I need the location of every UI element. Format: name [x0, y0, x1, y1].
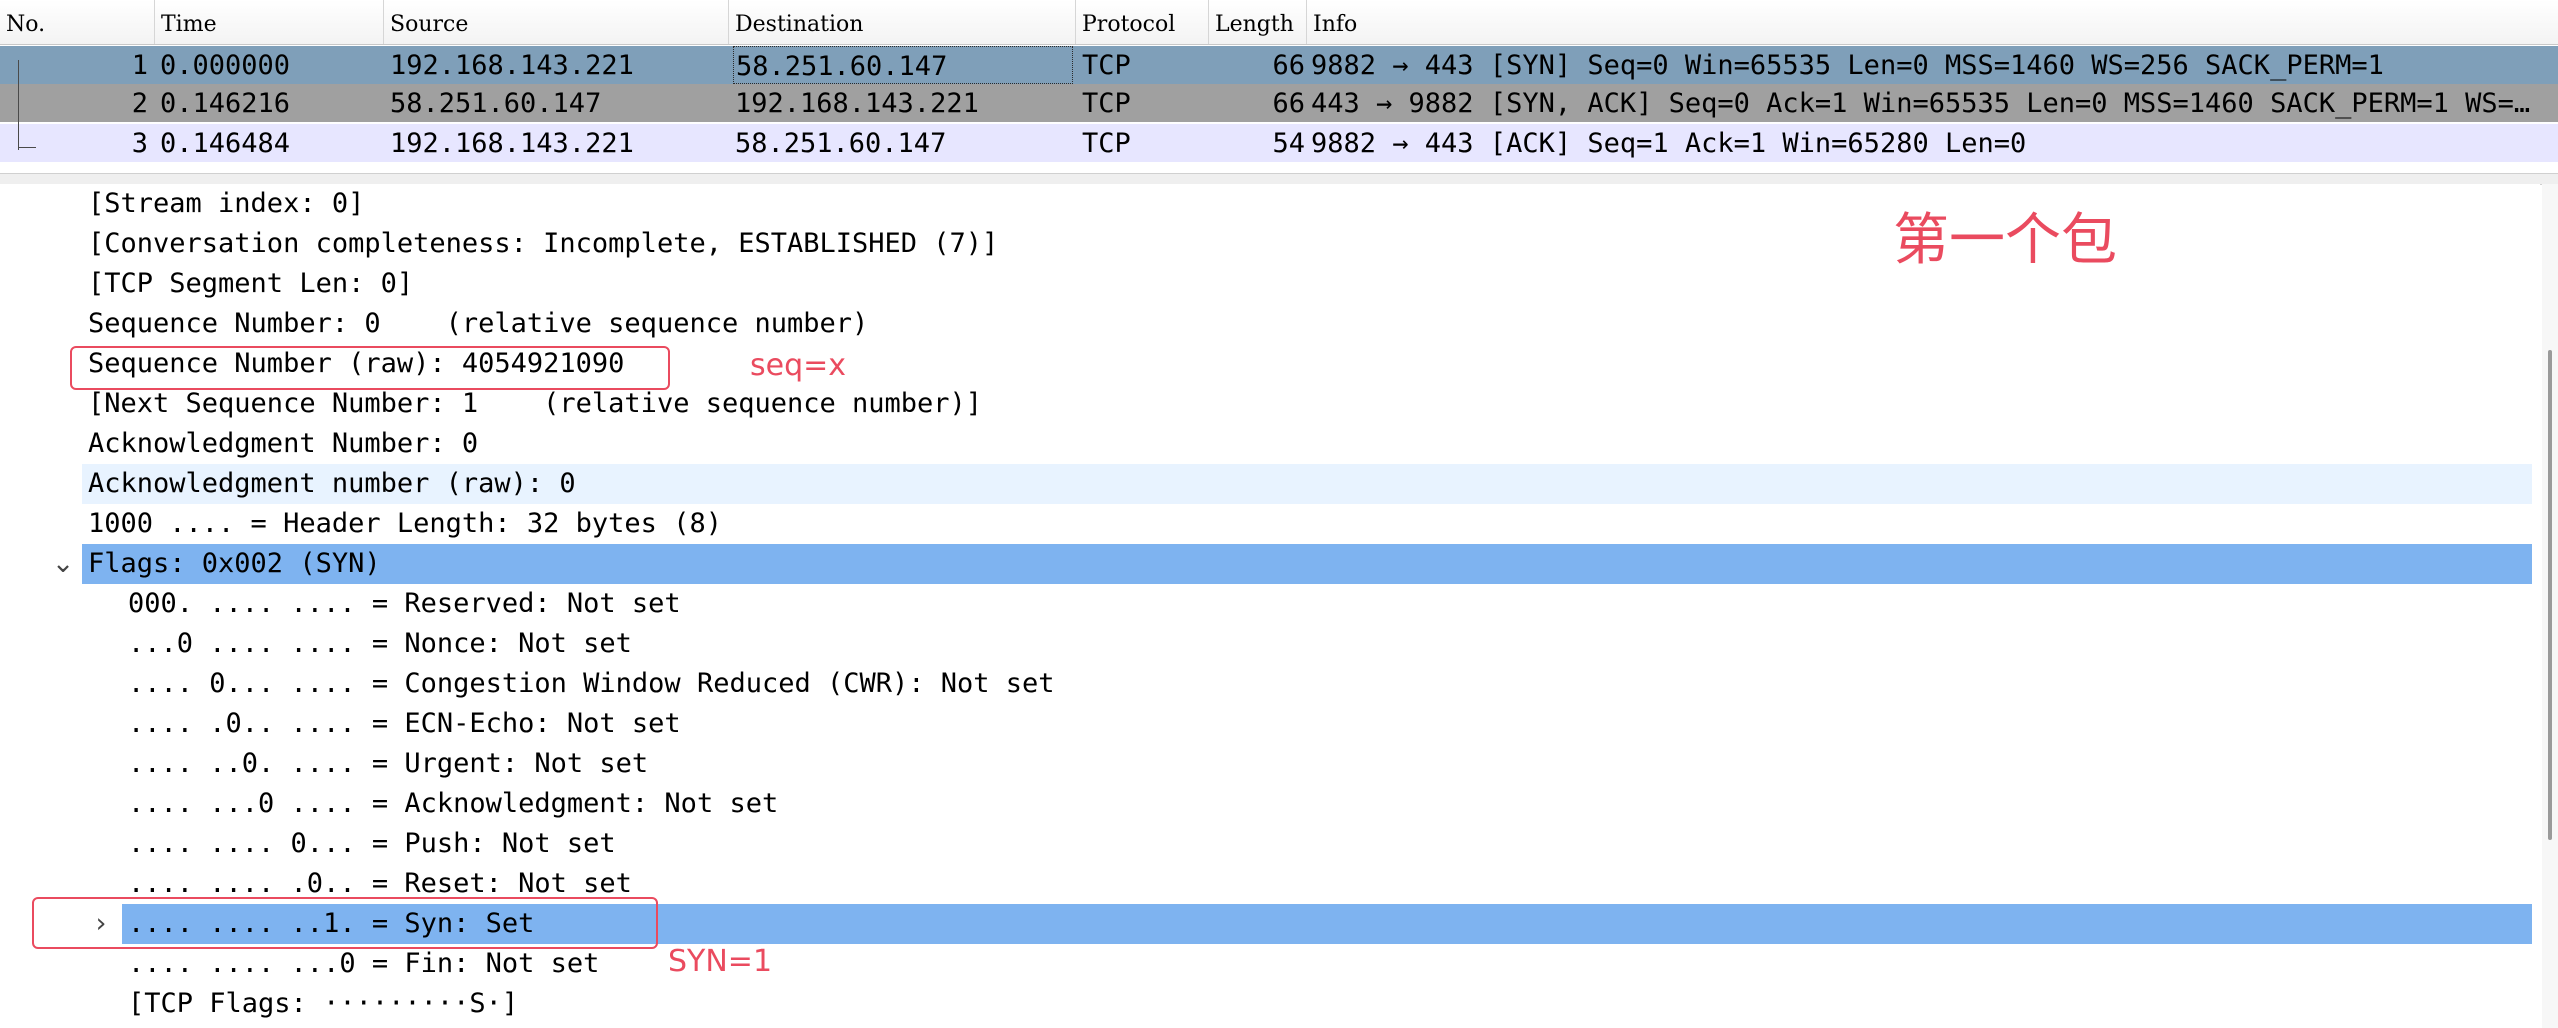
- packet-protocol: TCP: [1082, 50, 1131, 81]
- annotation-first-packet: 第一个包: [1893, 208, 2117, 273]
- packet-length: 54: [1272, 128, 1305, 159]
- chevron-down-icon[interactable]: ⌄: [48, 544, 78, 584]
- detail-row[interactable]: .... ..0. .... = Urgent: Not set: [0, 744, 2540, 784]
- detail-text: .... .... ...0 = Fin: Not set: [128, 948, 600, 979]
- detail-row[interactable]: ...0 .... .... = Nonce: Not set: [0, 624, 2540, 664]
- detail-text: 1000 .... = Header Length: 32 bytes (8): [88, 508, 722, 539]
- packet-list-header: No. Time Source Destination Protocol Len…: [0, 0, 2558, 45]
- column-header-source[interactable]: Source: [384, 0, 729, 44]
- column-header-no[interactable]: No.: [0, 0, 155, 44]
- detail-row[interactable]: [TCP Segment Len: 0]: [0, 264, 2540, 304]
- conversation-bracket-end: [18, 147, 36, 148]
- detail-row[interactable]: 1000 .... = Header Length: 32 bytes (8): [0, 504, 2540, 544]
- detail-text: 000. .... .... = Reserved: Not set: [128, 588, 681, 619]
- packet-info: 9882 → 443 [ACK] Seq=1 Ack=1 Win=65280 L…: [1311, 128, 2027, 159]
- column-header-protocol[interactable]: Protocol: [1076, 0, 1209, 44]
- packet-destination: 58.251.60.147: [735, 128, 947, 159]
- detail-text: Sequence Number: 0 (relative sequence nu…: [88, 308, 869, 339]
- packet-length: 66: [1272, 50, 1305, 81]
- detail-row-flags[interactable]: ⌄ Flags: 0x002 (SYN): [0, 544, 2540, 584]
- detail-text: Acknowledgment number (raw): 0: [88, 468, 576, 499]
- packet-time: 0.146216: [160, 88, 291, 119]
- detail-text: [TCP Segment Len: 0]: [88, 268, 414, 299]
- packet-source: 192.168.143.221: [390, 50, 634, 81]
- detail-text: .... ..0. .... = Urgent: Not set: [128, 748, 649, 779]
- detail-row[interactable]: Sequence Number: 0 (relative sequence nu…: [0, 304, 2540, 344]
- annotation-seq: seq=x: [750, 348, 847, 383]
- detail-row[interactable]: .... .... ...0 = Fin: Not set: [0, 944, 2540, 984]
- packet-row[interactable]: 3 0.146484 192.168.143.221 58.251.60.147…: [0, 124, 2558, 162]
- annotation-box-seq: [70, 346, 670, 390]
- detail-row[interactable]: [TCP Flags: ·········S·]: [0, 984, 2540, 1024]
- packet-time: 0.146484: [160, 128, 291, 159]
- packet-list-pane[interactable]: No. Time Source Destination Protocol Len…: [0, 0, 2558, 173]
- column-header-length[interactable]: Length: [1209, 0, 1307, 44]
- detail-row[interactable]: 000. .... .... = Reserved: Not set: [0, 584, 2540, 624]
- detail-text: .... .0.. .... = ECN-Echo: Not set: [128, 708, 681, 739]
- detail-row[interactable]: [Next Sequence Number: 1 (relative seque…: [0, 384, 2540, 424]
- packet-time: 0.000000: [160, 50, 291, 81]
- column-header-info[interactable]: Info: [1307, 0, 2558, 44]
- packet-protocol: TCP: [1082, 128, 1131, 159]
- conversation-bracket-line: [18, 60, 37, 150]
- packet-no: 1: [131, 50, 148, 81]
- details-scrollbar-thumb[interactable]: [2548, 350, 2552, 840]
- detail-text: [Conversation completeness: Incomplete, …: [88, 228, 999, 259]
- detail-text: [Next Sequence Number: 1 (relative seque…: [88, 388, 983, 419]
- packet-destination: 192.168.143.221: [735, 88, 979, 119]
- detail-row[interactable]: .... .... 0... = Push: Not set: [0, 824, 2540, 864]
- packet-length: 66: [1272, 88, 1305, 119]
- detail-row[interactable]: .... 0... .... = Congestion Window Reduc…: [0, 664, 2540, 704]
- column-header-destination[interactable]: Destination: [729, 0, 1076, 44]
- packet-no: 3: [131, 128, 148, 159]
- detail-row-hover[interactable]: Acknowledgment number (raw): 0: [0, 464, 2540, 504]
- detail-row[interactable]: Acknowledgment Number: 0: [0, 424, 2540, 464]
- annotation-box-syn: [32, 897, 658, 949]
- detail-text: .... ...0 .... = Acknowledgment: Not set: [128, 788, 779, 819]
- annotation-syn: SYN=1: [668, 944, 773, 979]
- detail-text: Acknowledgment Number: 0: [88, 428, 479, 459]
- packet-destination: 58.251.60.147: [733, 46, 1073, 84]
- packet-source: 192.168.143.221: [390, 128, 634, 159]
- packet-source: 58.251.60.147: [390, 88, 602, 119]
- packet-no: 2: [131, 88, 148, 119]
- detail-text: .... 0... .... = Congestion Window Reduc…: [128, 668, 1055, 699]
- detail-text: ...0 .... .... = Nonce: Not set: [128, 628, 632, 659]
- packet-info: 9882 → 443 [SYN] Seq=0 Win=65535 Len=0 M…: [1311, 50, 2384, 81]
- packet-protocol: TCP: [1082, 88, 1131, 119]
- detail-row[interactable]: .... .0.. .... = ECN-Echo: Not set: [0, 704, 2540, 744]
- row-selection-highlight: [82, 544, 2532, 584]
- detail-text: .... .... 0... = Push: Not set: [128, 828, 616, 859]
- detail-text: Flags: 0x002 (SYN): [88, 548, 381, 579]
- detail-row[interactable]: .... ...0 .... = Acknowledgment: Not set: [0, 784, 2540, 824]
- detail-row[interactable]: [Stream index: 0]: [0, 184, 2540, 224]
- detail-row[interactable]: [Conversation completeness: Incomplete, …: [0, 224, 2540, 264]
- column-header-time[interactable]: Time: [155, 0, 384, 44]
- packet-row[interactable]: 1 0.000000 192.168.143.221 58.251.60.147…: [0, 46, 2558, 84]
- detail-text: [Stream index: 0]: [88, 188, 365, 219]
- packet-info: 443 → 9882 [SYN, ACK] Seq=0 Ack=1 Win=65…: [1311, 88, 2531, 119]
- detail-text: [TCP Flags: ·········S·]: [128, 988, 519, 1019]
- packet-row[interactable]: 2 0.146216 58.251.60.147 192.168.143.221…: [0, 84, 2558, 122]
